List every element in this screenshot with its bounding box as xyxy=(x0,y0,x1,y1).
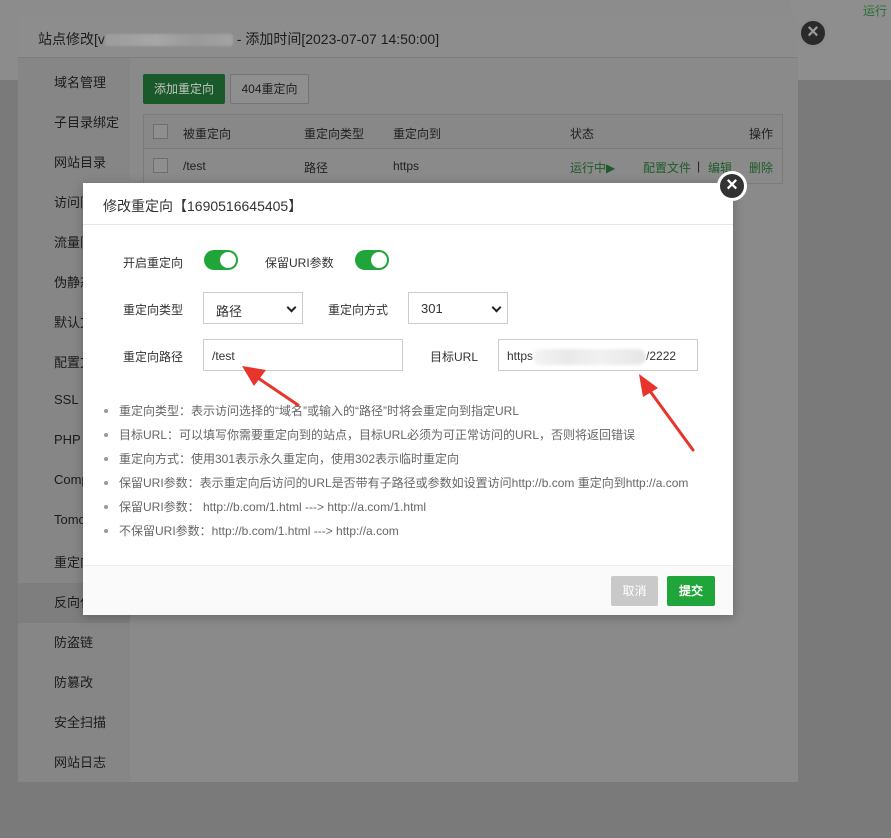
site-edit-title-domain-initial: v xyxy=(97,31,105,47)
row-source: /test xyxy=(183,159,206,173)
site-edit-title-suffix: - 添加时间[2023-07-07 14:50:00] xyxy=(232,31,440,47)
sidebar-item-tamper-proof[interactable]: 防篡改 xyxy=(54,672,93,691)
row-status-toggle[interactable]: 运行中▶ xyxy=(570,159,615,176)
redirect-method-value: 301 xyxy=(421,301,443,316)
target-url-label: 目标URL xyxy=(430,350,479,364)
tip-item: 保留URI参数：表示重定向后访问的URL是否带有子路径或参数如设置访问http:… xyxy=(103,475,723,499)
redirect-method-select[interactable]: 301 xyxy=(408,292,508,324)
redirect-path-input[interactable]: /test xyxy=(203,339,403,371)
tip-item: 重定向方式：使用301表示永久重定向，使用302表示临时重定向 xyxy=(103,451,723,475)
sidebar-item-subdir[interactable]: 子目录绑定 xyxy=(54,112,119,131)
add-redirect-button[interactable]: 添加重定向 xyxy=(143,74,225,104)
edit-redirect-dialog: 修改重定向【1690516645405】 × 开启重定向 保留URI参数 重定向… xyxy=(83,171,747,615)
sidebar-item-tomcat[interactable]: Tomc xyxy=(54,512,85,527)
col-ops: 操作 xyxy=(749,127,774,141)
tip-item: 不保留URI参数：http://b.com/1.html ---> http:/… xyxy=(103,523,723,547)
sidebar-item-site-log[interactable]: 网站日志 xyxy=(54,752,106,771)
redirect-table: 被重定向 重定向类型 重定向到 状态 操作 /test 路径 https 运行中… xyxy=(143,114,783,184)
sidebar-item-security-scan[interactable]: 安全扫描 xyxy=(54,712,106,731)
keep-uri-switch[interactable] xyxy=(355,250,389,270)
select-all-checkbox[interactable] xyxy=(153,124,168,139)
redacted-url xyxy=(533,349,647,365)
site-edit-modal-header: 站点修改[v - 添加时间[2023-07-07 14:50:00] xyxy=(18,14,798,58)
sidebar-item-php[interactable]: PHP xyxy=(54,432,81,447)
col-status: 状态 xyxy=(570,127,595,141)
enable-redirect-label: 开启重定向 xyxy=(123,256,184,270)
target-url-suffix: /2222 xyxy=(646,349,677,364)
tip-item: 目标URL：可以填写你需要重定向到的站点，目标URL必须为可正常访问的URL，否… xyxy=(103,427,723,451)
chevron-down-icon xyxy=(286,302,297,313)
dialog-close-icon[interactable]: × xyxy=(717,171,747,201)
row-checkbox[interactable] xyxy=(153,158,168,173)
col-source: 被重定向 xyxy=(183,127,232,141)
site-edit-close-icon[interactable]: × xyxy=(798,18,828,48)
redirect-type-label: 重定向类型 xyxy=(123,303,184,317)
redacted-domain xyxy=(104,34,233,47)
submit-button[interactable]: 提交 xyxy=(667,576,715,606)
table-row: /test 路径 https 运行中▶ 配置文件 | 编辑 删除 xyxy=(144,149,782,183)
redirect-method-label: 重定向方式 xyxy=(328,303,389,317)
run-status-text: 运行 xyxy=(862,4,887,18)
site-edit-title-prefix: 站点修改[ xyxy=(38,31,98,47)
sidebar-item-domain[interactable]: 域名管理 xyxy=(54,72,106,91)
redirect-type-value: 路径 xyxy=(216,304,243,319)
row-delete-link[interactable]: 删除 xyxy=(749,159,773,176)
redirect-type-select[interactable]: 路径 xyxy=(203,292,303,324)
target-url-input[interactable]: https/2222 xyxy=(498,339,698,371)
target-url-prefix: https xyxy=(507,349,534,364)
404-redirect-button[interactable]: 404重定向 xyxy=(230,74,309,104)
row-config-link[interactable]: 配置文件 xyxy=(643,159,691,176)
cancel-button[interactable]: 取消 xyxy=(611,576,658,606)
col-type: 重定向类型 xyxy=(304,127,365,141)
row-type: 路径 xyxy=(304,161,329,175)
tip-item: 保留URI参数： http://b.com/1.html ---> http:/… xyxy=(103,499,723,523)
enable-redirect-switch[interactable] xyxy=(204,250,238,270)
col-target: 重定向到 xyxy=(393,127,442,141)
sidebar-item-hotlink[interactable]: 防盗链 xyxy=(54,632,93,651)
redirect-path-label: 重定向路径 xyxy=(123,350,184,364)
dialog-footer: 取消 提交 xyxy=(83,565,733,615)
edit-redirect-title: 修改重定向【1690516645405】 xyxy=(83,183,733,225)
sidebar-item-site-dir[interactable]: 网站目录 xyxy=(54,152,106,171)
tip-item: 重定向类型：表示访问选择的“域名”或输入的“路径”时将会重定向到指定URL xyxy=(103,403,723,427)
row-op-separator: | xyxy=(697,159,701,173)
help-tips: 重定向类型：表示访问选择的“域名”或输入的“路径”时将会重定向到指定URL 目标… xyxy=(103,403,723,547)
keep-uri-label: 保留URI参数 xyxy=(265,256,334,270)
redirect-path-value: /test xyxy=(212,349,235,363)
sidebar-item-ssl[interactable]: SSL xyxy=(54,392,79,407)
redirect-table-header: 被重定向 重定向类型 重定向到 状态 操作 xyxy=(144,115,782,149)
row-target: https xyxy=(393,159,420,173)
chevron-down-icon xyxy=(491,302,502,313)
